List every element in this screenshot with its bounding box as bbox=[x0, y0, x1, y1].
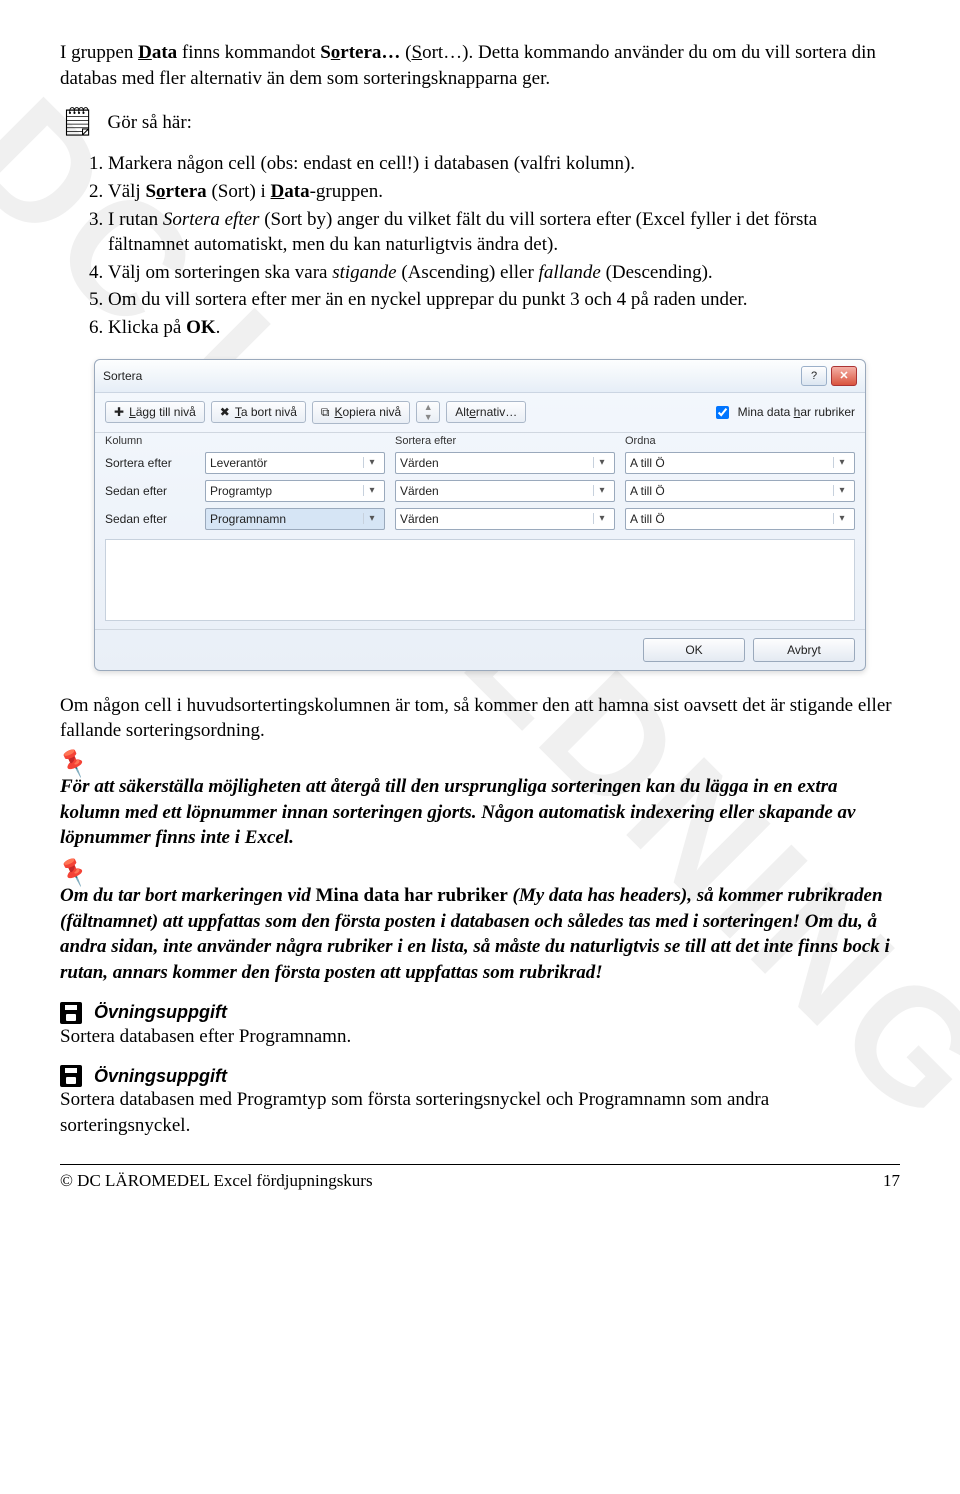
chevron-down-icon: ▾ bbox=[833, 513, 850, 524]
dialog-titlebar: Sortera ? ✕ bbox=[95, 360, 865, 393]
combo-box[interactable]: Värden▾ bbox=[395, 480, 615, 502]
headers-label: Mina data har rubriker bbox=[738, 405, 855, 419]
grid-body: Sortera efter Leverantör▾ Värden▾ A till Ö▾… bbox=[95, 449, 865, 537]
step-3: I rutan Sortera efter (Sort by) anger du… bbox=[108, 207, 900, 258]
disk-icon bbox=[60, 1065, 82, 1087]
dialog-title: Sortera bbox=[103, 369, 797, 383]
intro-paragraph: I gruppen DDataata finns kommandot Sorte… bbox=[60, 40, 900, 91]
steps-list: Markera någon cell (obs: endast en cell!… bbox=[60, 151, 900, 340]
chevron-down-icon: ▾ bbox=[833, 485, 850, 496]
step-4: Välj om sorteringen ska vara stigande (A… bbox=[108, 260, 900, 286]
grid-row: Sedan efter Programnamn▾ Värden▾ A till Ö▾ bbox=[95, 505, 865, 533]
pushpin-icon bbox=[60, 861, 900, 883]
grid-header: Kolumn Sortera efter Ordna bbox=[95, 432, 865, 449]
sort-dialog: Sortera ? ✕ ✚Lägg till nivå ✖Ta bort niv… bbox=[94, 359, 866, 671]
chevron-down-icon: ▾ bbox=[363, 457, 380, 468]
chevron-down-icon: ▾ bbox=[363, 513, 380, 524]
footer-left: © DC LÄROMEDEL Excel fördjupningskurs bbox=[60, 1171, 883, 1191]
combo-box[interactable]: Leverantör▾ bbox=[205, 452, 385, 474]
move-updown[interactable]: ▲▼ bbox=[416, 401, 440, 423]
options-button[interactable]: Alternativ… bbox=[446, 401, 526, 423]
add-icon: ✚ bbox=[114, 405, 124, 419]
combo-box[interactable]: A till Ö▾ bbox=[625, 480, 855, 502]
headers-checkbox-wrap[interactable]: Mina data har rubriker bbox=[712, 403, 855, 422]
row-label: Sedan efter bbox=[105, 484, 195, 498]
ok-button[interactable]: OK bbox=[643, 638, 745, 662]
chevron-down-icon: ▾ bbox=[363, 485, 380, 496]
combo-box[interactable]: A till Ö▾ bbox=[625, 508, 855, 530]
dialog-toolbar: ✚Lägg till nivå ✖Ta bort nivå ⧉Kopiera n… bbox=[95, 393, 865, 432]
chevron-down-icon: ▾ bbox=[593, 457, 610, 468]
dialog-button-row: OK Avbryt bbox=[95, 629, 865, 670]
cancel-button[interactable]: Avbryt bbox=[753, 638, 855, 662]
disk-icon bbox=[60, 1002, 82, 1024]
exercise-1-heading: Övningsuppgift bbox=[60, 1002, 900, 1024]
copy-level-button[interactable]: ⧉Kopiera nivå bbox=[312, 401, 410, 424]
down-icon: ▼ bbox=[417, 412, 439, 422]
pushpin-icon bbox=[60, 752, 900, 774]
step-5: Om du vill sortera efter mer än en nycke… bbox=[108, 287, 900, 313]
exercise-2-text: Sortera databasen med Programtyp som för… bbox=[60, 1087, 900, 1138]
up-icon: ▲ bbox=[417, 402, 439, 412]
exercise-2-heading: Övningsuppgift bbox=[60, 1065, 900, 1087]
row-label: Sedan efter bbox=[105, 512, 195, 526]
chevron-down-icon: ▾ bbox=[833, 457, 850, 468]
after-dialog-paragraph: Om någon cell i huvudsortertingskolumnen… bbox=[60, 693, 900, 744]
step-2: Välj Sortera (Sort) i Data-gruppen. bbox=[108, 179, 900, 205]
grid-row: Sedan efter Programtyp▾ Värden▾ A till Ö▾ bbox=[95, 477, 865, 505]
tip-1: För att säkerställa möjligheten att åter… bbox=[60, 752, 900, 851]
chevron-down-icon: ▾ bbox=[593, 485, 610, 496]
row-label: Sortera efter bbox=[105, 456, 195, 470]
combo-box[interactable]: Programtyp▾ bbox=[205, 480, 385, 502]
step-6: Klicka på OK. bbox=[108, 315, 900, 341]
step-1: Markera någon cell (obs: endast en cell!… bbox=[108, 151, 900, 177]
copy-icon: ⧉ bbox=[321, 405, 330, 420]
delete-icon: ✖ bbox=[220, 405, 230, 419]
combo-box[interactable]: Värden▾ bbox=[395, 508, 615, 530]
combo-box[interactable]: Värden▾ bbox=[395, 452, 615, 474]
footer-page-number: 17 bbox=[883, 1171, 900, 1191]
exercise-1-text: Sortera databasen efter Programnamn. bbox=[60, 1024, 900, 1050]
grid-row: Sortera efter Leverantör▾ Värden▾ A till Ö▾ bbox=[95, 449, 865, 477]
delete-level-button[interactable]: ✖Ta bort nivå bbox=[211, 401, 306, 423]
tip-2: Om du tar bort markeringen vid Mina data… bbox=[60, 861, 900, 986]
grid-empty-area bbox=[105, 539, 855, 621]
close-button[interactable]: ✕ bbox=[831, 366, 857, 386]
add-level-button[interactable]: ✚Lägg till nivå bbox=[105, 401, 205, 423]
do-heading: 🗒 Gör så här: bbox=[60, 109, 900, 137]
chevron-down-icon: ▾ bbox=[593, 513, 610, 524]
help-button[interactable]: ? bbox=[801, 366, 827, 386]
combo-box[interactable]: Programnamn▾ bbox=[205, 508, 385, 530]
page-footer: © DC LÄROMEDEL Excel fördjupningskurs 17 bbox=[60, 1164, 900, 1191]
combo-box[interactable]: A till Ö▾ bbox=[625, 452, 855, 474]
headers-checkbox[interactable] bbox=[716, 406, 729, 419]
note-icon: 🗒 bbox=[60, 109, 96, 137]
